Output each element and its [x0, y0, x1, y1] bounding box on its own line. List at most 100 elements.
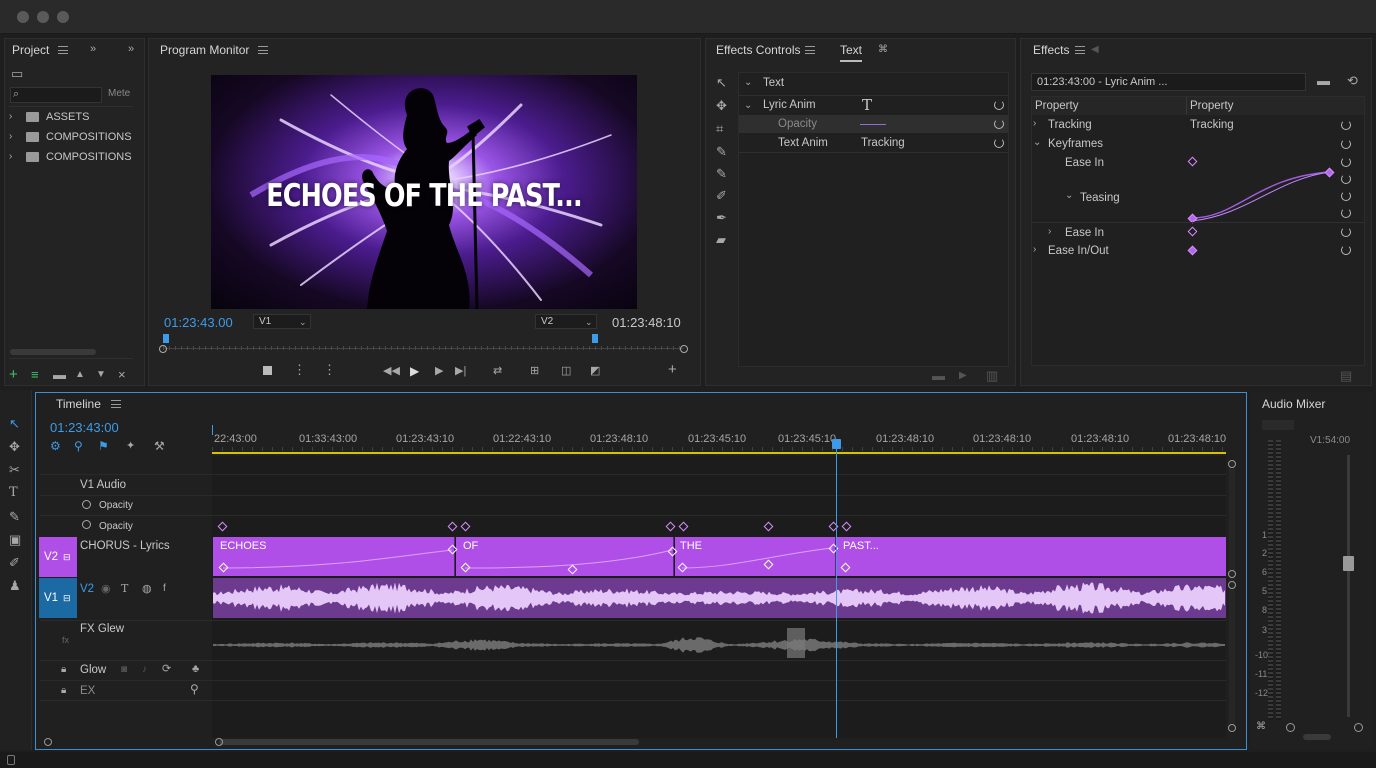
search-icon[interactable]: ⚲ — [190, 682, 199, 696]
reset-icon[interactable] — [1341, 208, 1351, 218]
pen-tool-icon[interactable]: ✎ — [9, 510, 20, 524]
settings-icon[interactable]: ◩ — [590, 364, 600, 378]
move-up-icon[interactable]: ▲ — [75, 368, 85, 382]
brush-tool-icon[interactable]: ✐ — [9, 556, 20, 570]
camera-icon[interactable]: ◙ — [121, 663, 127, 677]
mixer-scroll[interactable] — [1303, 734, 1331, 740]
close-window-button[interactable] — [17, 11, 29, 23]
toggle-output-icon[interactable]: ⊟ — [63, 591, 71, 605]
tab-text[interactable]: Text — [840, 43, 863, 62]
overwrite-icon[interactable]: ⊞ — [530, 364, 539, 378]
in-point-marker[interactable] — [163, 334, 169, 343]
selection-tool-icon[interactable]: ↖ — [9, 417, 20, 431]
effects-search-input[interactable]: 01:23:43:00 - Lyric Anim ... — [1031, 73, 1306, 91]
playhead-handle[interactable] — [832, 439, 841, 449]
pen-tool-icon[interactable]: ✎ — [716, 145, 727, 159]
pencil-tool-icon[interactable]: ✐ — [716, 189, 727, 203]
reset-icon[interactable] — [1341, 139, 1351, 149]
project-scrollbar[interactable] — [10, 349, 96, 355]
maximize-window-button[interactable] — [57, 11, 69, 23]
timeline-menu-icon[interactable] — [111, 400, 121, 408]
wrench-icon[interactable]: ⚒ — [154, 439, 165, 453]
list-icon[interactable]: ▤ — [1340, 369, 1352, 383]
horizontal-scrollbar[interactable] — [219, 739, 639, 745]
chevron-right-icon[interactable]: › — [9, 150, 12, 164]
timeline-timecode[interactable]: 01:23:43:00 — [50, 420, 119, 435]
new-bin-icon[interactable]: ▬ — [53, 368, 66, 382]
scroll-knob[interactable] — [1228, 570, 1236, 578]
link-icon[interactable]: ⌘ — [1256, 720, 1266, 734]
chevron-down-icon[interactable]: ⌄ — [744, 99, 752, 113]
link-icon[interactable]: ⌘ — [878, 43, 888, 57]
move-tool-icon[interactable]: ✥ — [9, 440, 20, 454]
crop-tool-icon[interactable]: ⌗ — [716, 122, 723, 136]
toggle-output-icon[interactable]: ⊟ — [63, 550, 71, 564]
puppet-tool-icon[interactable]: ♟ — [9, 579, 21, 593]
stop-button[interactable] — [263, 366, 272, 375]
folder-icon[interactable]: ▬ — [932, 369, 945, 383]
opacity-toggle[interactable] — [82, 520, 91, 529]
lock-icon[interactable]: 🔒︎ — [61, 663, 66, 677]
add-button-icon[interactable]: + — [668, 362, 677, 377]
scrubber-end-handle[interactable] — [680, 345, 688, 353]
reset-icon[interactable] — [1341, 174, 1351, 184]
chevron-right-icon[interactable]: › — [1033, 243, 1036, 257]
step-forward-icon[interactable]: ▶ — [435, 364, 443, 378]
zoom-handle-left[interactable] — [44, 738, 52, 746]
scroll-knob[interactable] — [1228, 581, 1236, 589]
fx-glow-marker[interactable] — [787, 628, 805, 658]
chevron-down-icon[interactable]: ⌄ — [1065, 189, 1073, 203]
chevron-down-icon[interactable]: ⌄ — [1033, 136, 1041, 150]
move-down-icon[interactable]: ▼ — [96, 368, 106, 382]
insert-icon[interactable]: ⇄ — [493, 364, 502, 378]
type-tool-icon[interactable]: T — [9, 486, 18, 500]
folder-icon[interactable]: ▬ — [1317, 74, 1330, 88]
visibility-icon[interactable]: ◍ — [142, 582, 152, 596]
folder-icon[interactable]: ▭ — [11, 67, 23, 81]
volume-fader-track[interactable] — [1347, 455, 1350, 717]
reset-icon[interactable] — [1341, 191, 1351, 201]
more-options-icon[interactable]: ⋮ — [323, 363, 336, 377]
reset-icon[interactable] — [1341, 157, 1351, 167]
out-point-marker[interactable] — [592, 334, 598, 343]
snap-icon[interactable]: ⚙ — [50, 439, 61, 453]
program-monitor-menu-icon[interactable] — [258, 46, 268, 54]
audio-icon[interactable]: ◀ — [1091, 43, 1099, 57]
work-area-bar[interactable] — [212, 452, 1226, 454]
more-options-icon[interactable]: ⋮ — [293, 363, 306, 377]
move-tool-icon[interactable]: ✥ — [716, 99, 727, 113]
razor-tool-icon[interactable]: ✂ — [9, 463, 20, 477]
easing-curve-graph[interactable] — [1187, 165, 1337, 225]
add-marker-icon[interactable]: ✦ — [126, 439, 135, 453]
chevron-down-icon[interactable]: ⌄ — [744, 76, 752, 90]
effects-controls-menu-icon[interactable] — [805, 46, 815, 54]
eyedropper-icon[interactable]: ✒ — [716, 211, 727, 225]
reset-icon[interactable] — [994, 138, 1004, 148]
effects-controls-title[interactable]: Effects Controls — [716, 43, 800, 57]
vertical-scrollbar[interactable] — [1229, 460, 1235, 730]
delete-icon[interactable]: × — [118, 368, 126, 382]
opacity-slider[interactable] — [860, 124, 886, 125]
trash-icon[interactable]: ▥ — [986, 369, 998, 383]
reset-icon[interactable] — [994, 100, 1004, 110]
history-icon[interactable]: ⟲ — [1347, 74, 1358, 88]
scroll-knob[interactable] — [1228, 460, 1236, 468]
type-icon[interactable]: T — [121, 582, 128, 596]
scroll-knob[interactable] — [1228, 724, 1236, 732]
selection-tool-icon[interactable]: ↖ — [716, 76, 727, 90]
marker-icon[interactable]: ⚑ — [98, 439, 109, 453]
step-back-icon[interactable]: ◀◀ — [383, 364, 400, 378]
panel-collapse-icon[interactable]: » — [128, 42, 134, 56]
effects-menu-icon[interactable] — [1075, 46, 1085, 54]
timeline-title[interactable]: Timeline — [56, 397, 101, 411]
ec-row-opacity[interactable]: Opacity — [739, 115, 1008, 133]
brush-tool-icon[interactable]: ✎ — [716, 167, 727, 181]
opacity-toggle[interactable] — [82, 500, 91, 509]
expand-icon[interactable]: » — [90, 42, 96, 56]
minimize-window-button[interactable] — [37, 11, 49, 23]
pan-knob[interactable] — [1354, 723, 1363, 732]
mute-icon[interactable]: ♪ — [142, 663, 147, 677]
timecode-in[interactable]: 01:23:43.00 — [164, 315, 233, 330]
reset-icon[interactable] — [994, 119, 1004, 129]
volume-fader-handle[interactable] — [1343, 556, 1354, 571]
